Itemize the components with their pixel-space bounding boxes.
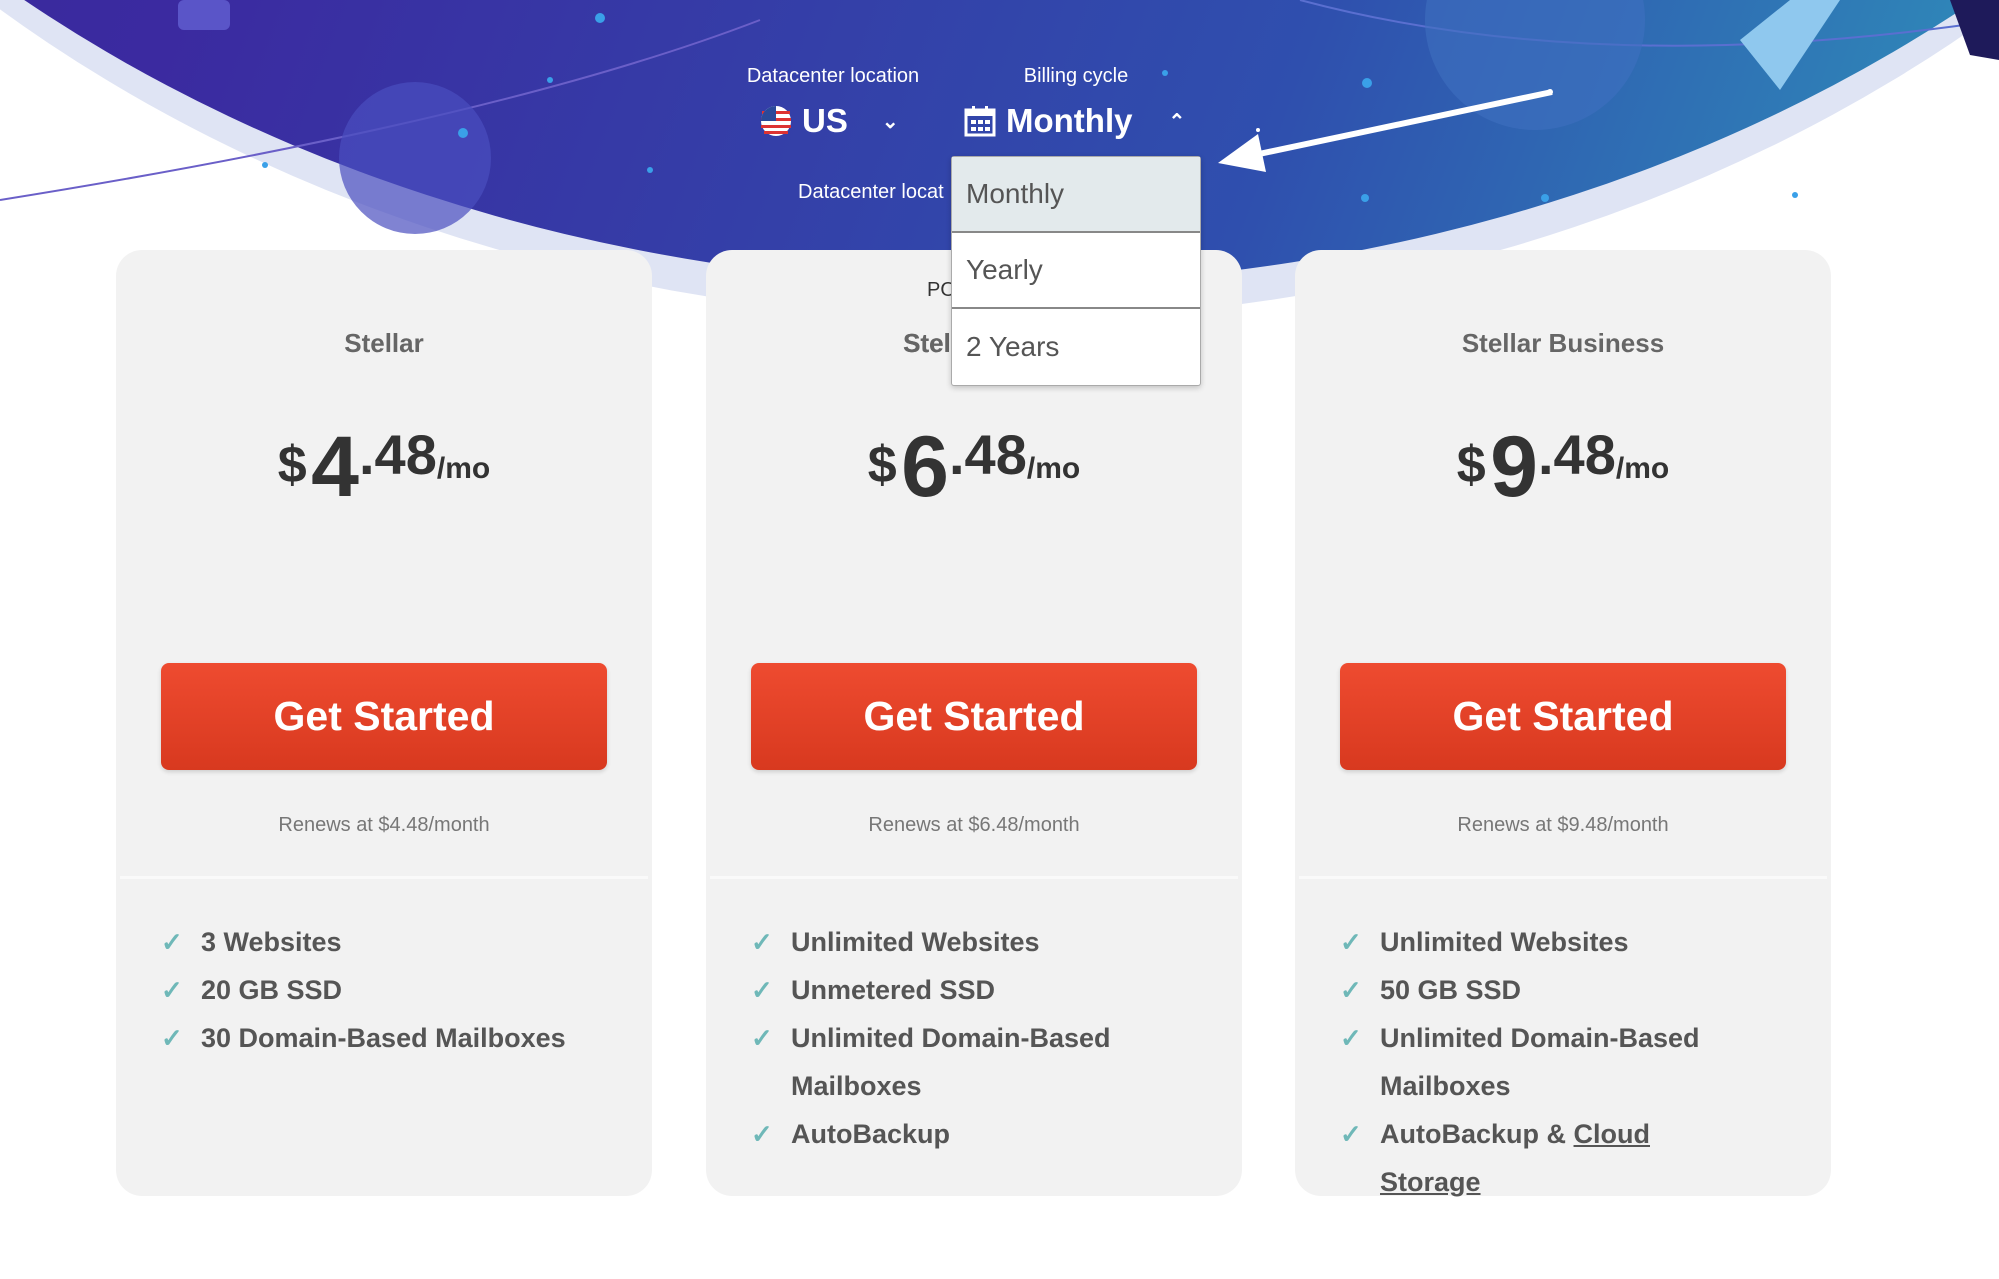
plan-card-stellar-plus: PO Stellar Plus Stel $ 6.48/mo Get Start…	[706, 250, 1242, 1196]
get-started-button[interactable]: Get Started	[751, 663, 1197, 770]
option-2-years[interactable]: 2 Years	[952, 309, 1200, 385]
us-flag-icon	[761, 106, 791, 136]
check-icon: ✓	[751, 1023, 773, 1053]
check-icon: ✓	[161, 975, 183, 1005]
chevron-up-icon: ⌃	[1168, 110, 1186, 133]
feature-list: ✓ 3 Websites ✓ 20 GB SSD ✓ 30 Domain-Based …	[161, 918, 632, 1062]
feature-item: ✓ 30 Domain-Based Mailboxes	[161, 1014, 632, 1062]
check-icon: ✓	[751, 927, 773, 957]
renewal-text: Renews at $9.48/month	[1457, 814, 1669, 836]
price-period: /mo	[1615, 452, 1670, 485]
check-icon: ✓	[1340, 927, 1362, 957]
feature-list: ✓ Unlimited Websites ✓ Unmetered SSD ✓ Unli…	[751, 918, 1142, 1158]
get-started-button[interactable]: Get Started	[1340, 663, 1786, 770]
datacenter-location-label: Datacenter location	[746, 65, 920, 87]
check-icon: ✓	[1340, 1023, 1362, 1053]
check-icon: ✓	[1340, 1119, 1362, 1149]
option-yearly[interactable]: Yearly	[952, 233, 1200, 309]
feature-item: ✓ Unlimited Domain-Based Mailboxes	[1340, 1014, 1731, 1110]
check-icon: ✓	[751, 1119, 773, 1149]
feature-item: ✓ 50 GB SSD	[1340, 966, 1731, 1014]
billing-cycle-value: Monthly	[1006, 102, 1133, 139]
plan-card-stellar-business: Stellar Business $ 9.48/mo Get Started R…	[1295, 250, 1831, 1197]
plan-price: $ 4.48/mo	[116, 400, 652, 547]
calendar-icon	[964, 106, 996, 137]
check-icon: ✓	[161, 927, 183, 957]
price-int: 6	[901, 419, 949, 515]
price-dec: .48	[359, 423, 437, 486]
currency: $	[1456, 436, 1486, 494]
feature-list: ✓ Unlimited Websites ✓ 50 GB SSD ✓ Unlimite…	[1340, 918, 1731, 1206]
feature-item: ✓ Unmetered SSD	[751, 966, 1142, 1014]
option-monthly[interactable]: Monthly	[952, 157, 1200, 233]
price-dec: .48	[949, 423, 1027, 486]
feature-item: ✓ AutoBackup	[751, 1110, 1142, 1158]
check-icon: ✓	[1340, 975, 1362, 1005]
billing-cycle-select[interactable]: Monthly ⌃	[964, 102, 1185, 140]
feature-item: ✓ Unlimited Websites	[1340, 918, 1731, 966]
renewal-text: Renews at $6.48/month	[868, 814, 1080, 836]
billing-cycle-dropdown[interactable]: Monthly Yearly 2 Years	[951, 156, 1201, 386]
datacenter-location-label-duplicate: Datacenter locat	[798, 181, 944, 203]
currency: $	[277, 436, 307, 494]
price-period: /mo	[1026, 452, 1081, 485]
price-dec: .48	[1538, 423, 1616, 486]
feature-item: ✓ Unlimited Domain-Based Mailboxes	[751, 1014, 1142, 1110]
renewal-text: Renews at $4.48/month	[278, 814, 490, 836]
price-int: 4	[311, 419, 359, 515]
feature-item: ✓ 20 GB SSD	[161, 966, 632, 1014]
feature-item: ✓ AutoBackup & Cloud Storage	[1340, 1110, 1731, 1206]
billing-cycle-label: Billing cycle	[1023, 65, 1129, 87]
plan-name-visible-part: Stel	[903, 328, 951, 358]
datacenter-value: US	[802, 102, 848, 139]
check-icon: ✓	[751, 975, 773, 1005]
currency: $	[867, 436, 897, 494]
plan-price: $ 9.48/mo	[1295, 400, 1831, 547]
divider	[1299, 876, 1827, 879]
price-int: 9	[1490, 419, 1538, 515]
plan-price: $ 6.48/mo	[706, 400, 1242, 547]
chevron-down-icon: ⌄	[881, 110, 899, 133]
check-icon: ✓	[161, 1023, 183, 1053]
datacenter-select[interactable]: US ⌄	[760, 102, 899, 140]
plan-name: Stellar	[344, 328, 424, 358]
plan-card-stellar: Stellar $ 4.48/mo Get Started Renews at …	[116, 250, 652, 1196]
divider	[120, 876, 648, 879]
plan-name: Stellar Business	[1461, 328, 1665, 358]
feature-item: ✓ Unlimited Websites	[751, 918, 1142, 966]
price-period: /mo	[436, 452, 491, 485]
get-started-button[interactable]: Get Started	[161, 663, 607, 770]
divider	[710, 876, 1238, 879]
feature-item: ✓ 3 Websites	[161, 918, 632, 966]
